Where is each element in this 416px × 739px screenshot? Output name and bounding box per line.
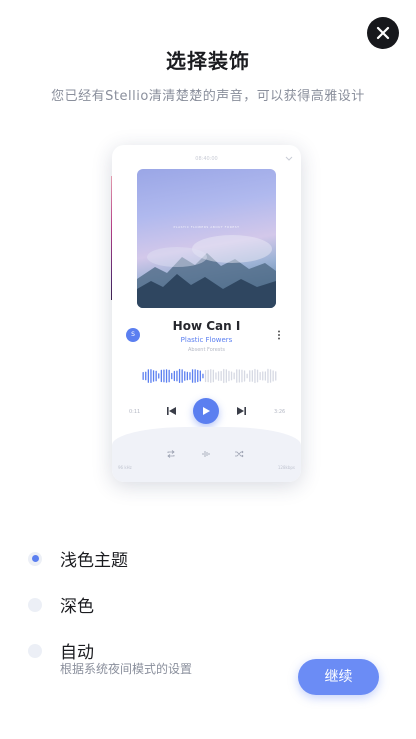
waveform-bar (168, 369, 170, 383)
waveform-bar (217, 371, 220, 381)
waveform-bar (275, 371, 277, 381)
waveform-bar (155, 370, 157, 382)
waveform-bar (228, 370, 230, 382)
skip-previous-icon (167, 407, 176, 415)
song-artist: Plastic Flowers (180, 336, 233, 344)
waveform-bar (269, 369, 272, 383)
album-art-mountains (137, 235, 276, 308)
shuffle-icon (235, 450, 244, 458)
waveform-bar (259, 372, 261, 381)
option-dark-theme[interactable]: 深色 (28, 592, 94, 617)
close-icon (376, 26, 390, 40)
skip-next-icon (237, 407, 246, 415)
time-elapsed: 0:11 (129, 409, 141, 415)
waveform-bar (189, 372, 191, 380)
song-title: How Can I (172, 319, 241, 333)
song-album: Absent Forests (188, 347, 225, 353)
waveform-bar (212, 369, 214, 383)
waveform-bar (176, 370, 178, 382)
waveform-bar (230, 371, 233, 381)
waveform-bar (158, 373, 160, 379)
waveform-bar (225, 369, 227, 383)
waveform-bar (267, 368, 269, 384)
waveform-bar (243, 370, 246, 382)
theme-preview-card: 08:40:00 PLASTIC FLOWERS ABOUT FOREST S … (112, 145, 301, 482)
continue-button[interactable]: 继续 (298, 659, 379, 695)
option-light-theme[interactable]: 浅色主题 (28, 546, 128, 571)
radio-light-theme[interactable] (28, 551, 42, 566)
waveform-bar (246, 373, 248, 379)
waveform-bar (184, 371, 186, 381)
waveform-bar (238, 369, 240, 383)
page-title: 选择装饰 (166, 49, 250, 73)
option-label: 深色 (60, 597, 94, 617)
waveform-bar (181, 369, 183, 383)
repeat-icon (167, 450, 175, 458)
waveform-bar (254, 368, 256, 384)
waveform-bar (236, 369, 238, 383)
album-art-text: PLASTIC FLOWERS ABOUT FOREST (173, 225, 240, 229)
waveform-bar (223, 368, 225, 384)
page-subtitle: 您已经有Stellio清清楚楚的声音，可以获得高雅设计 (51, 89, 365, 104)
preview-status-time: 08:40:00 (195, 156, 218, 162)
waveform-bar (251, 370, 253, 382)
play-icon (203, 407, 210, 415)
waveform-bar (191, 369, 194, 383)
waveform-bar (199, 370, 201, 382)
waveform-bar (173, 370, 175, 382)
waveform-bar (202, 373, 204, 379)
waveform (142, 368, 277, 384)
option-auto-description: 根据系统夜间模式的设置 (60, 662, 193, 676)
waveform-bar (150, 369, 152, 383)
waveform-bar (256, 369, 259, 383)
play-button (193, 398, 219, 424)
equalizer-icon (202, 451, 210, 457)
album-art: PLASTIC FLOWERS ABOUT FOREST (137, 169, 276, 308)
waveform-bar (171, 372, 173, 380)
radio-auto-theme[interactable] (28, 643, 42, 658)
preview-footer-right: 128kbps (277, 465, 295, 470)
time-total: 3:26 (274, 409, 286, 415)
waveform-bar (220, 371, 222, 381)
waveform-bar (186, 371, 188, 381)
waveform-bar (207, 369, 209, 383)
waveform-bar (160, 369, 162, 383)
waveform-bar (249, 370, 251, 382)
chevron-down-icon (285, 156, 293, 161)
waveform-bar (215, 372, 217, 380)
waveform-bar (210, 369, 212, 383)
radio-dark-theme[interactable] (28, 597, 42, 612)
waveform-bar (194, 369, 196, 383)
waveform-bar (142, 372, 144, 380)
waveform-bar (163, 369, 165, 383)
waveform-bar (152, 370, 155, 382)
waveform-bar (272, 370, 274, 382)
waveform-bar (178, 368, 181, 383)
option-label: 浅色主题 (60, 551, 128, 571)
waveform-bar (165, 369, 168, 383)
waveform-bar (241, 369, 243, 383)
waveform-bar (264, 371, 266, 381)
waveform-bar (145, 371, 147, 381)
waveform-bar (262, 371, 264, 381)
waveform-bar (197, 369, 199, 383)
more-vertical-icon (278, 330, 280, 340)
radio-selected-dot (31, 555, 39, 562)
waveform-bar (204, 370, 207, 383)
waveform-bar (147, 369, 149, 383)
waveform-bar (233, 372, 235, 380)
preview-footer-left: 96 kHz (118, 465, 132, 470)
